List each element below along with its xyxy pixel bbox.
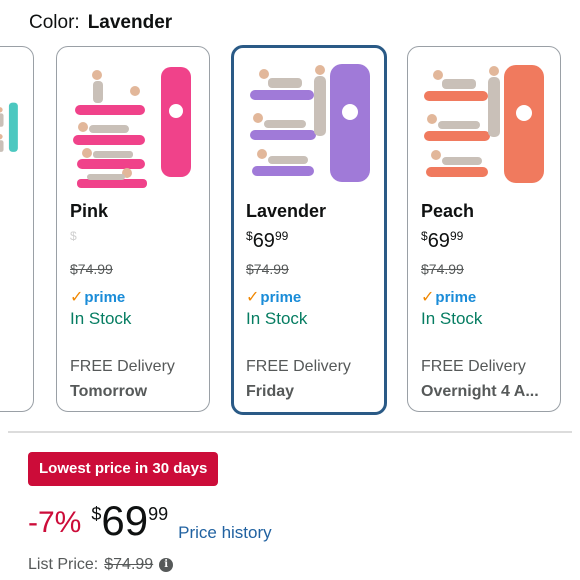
- variant-name: Peach: [421, 201, 475, 221]
- color-selector-label: Color: Lavender: [29, 12, 172, 34]
- product-image: [250, 64, 370, 182]
- deal-badge: Lowest price in 30 days: [28, 452, 219, 486]
- variant-stock-status: In Stock: [421, 309, 483, 328]
- variant-stock-status: In Stock: [246, 309, 308, 328]
- prime-badge: ✓ prime: [246, 287, 376, 307]
- list-price-label: List Price:: [28, 556, 99, 573]
- color-label: Color:: [29, 12, 80, 33]
- prime-check-icon: ✓: [70, 289, 84, 306]
- variant-name: Lavender: [246, 201, 327, 221]
- price-block: -7% $ 69 99 Price history: [28, 498, 272, 548]
- variant-delivery-label: FREE Delivery: [421, 358, 526, 375]
- price-whole: 69: [101, 497, 149, 544]
- variant-delivery-label: FREE Delivery: [70, 358, 175, 375]
- product-image: [424, 65, 544, 183]
- price-cents: 99: [274, 229, 289, 243]
- current-price: $ 69 99: [91, 498, 168, 544]
- prime-label: prime: [260, 288, 302, 306]
- variant-card-pink[interactable]: Pink $ $74.99 ✓ prime In Stock FREE Deliv…: [56, 46, 210, 412]
- variant-card-teal-partial[interactable]: .: [0, 46, 34, 412]
- info-icon[interactable]: i: [159, 558, 174, 572]
- section-divider: [8, 431, 572, 433]
- variant-price: $6999: [421, 229, 552, 255]
- prime-check-icon: ✓: [421, 289, 435, 306]
- prime-check-icon: ✓: [246, 289, 260, 306]
- variant-stock-status: In Stock: [70, 309, 132, 328]
- price-currency: $: [246, 229, 253, 243]
- variant-price: $: [70, 229, 201, 255]
- product-image: [73, 67, 191, 188]
- prime-badge: ✓ prime: [421, 287, 552, 307]
- price-currency: $: [91, 504, 102, 524]
- price-whole: 69: [427, 230, 450, 252]
- price-symbol: $: [70, 229, 77, 243]
- price-cents: 99: [148, 504, 169, 524]
- list-price-value: $74.99: [104, 556, 154, 573]
- price-currency: $: [421, 229, 428, 243]
- variant-name: Pink: [70, 201, 109, 221]
- variant-delivery-day: Friday: [246, 383, 295, 400]
- variant-delivery-day: Tomorrow: [70, 383, 148, 400]
- variant-list-price: $74.99: [421, 261, 464, 277]
- prime-badge: ✓ prime: [70, 287, 201, 307]
- product-image: [0, 102, 18, 152]
- variant-delivery-day: Overnight 4 A...: [421, 383, 539, 400]
- variant-delivery-label: FREE Delivery: [246, 358, 351, 375]
- variant-list-price: $74.99: [246, 261, 289, 277]
- price-whole: 69: [252, 230, 275, 252]
- selected-color-value: Lavender: [87, 12, 173, 33]
- discount-percent: -7%: [28, 506, 82, 539]
- price-history-link[interactable]: Price history: [178, 523, 272, 543]
- variant-price: $6999: [246, 229, 376, 255]
- variant-card-lavender[interactable]: Lavender $6999 $74.99 ✓ prime In Stock FR…: [231, 45, 387, 415]
- variant-card-peach[interactable]: Peach $6999 $74.99 ✓ prime In Stock FREE …: [407, 46, 561, 412]
- price-cents: 99: [449, 229, 464, 243]
- variant-list-price: $74.99: [70, 261, 113, 277]
- color-variant-carousel[interactable]: . Pink $: [0, 44, 580, 416]
- list-price-row: List Price: $74.99 i: [28, 556, 174, 574]
- prime-label: prime: [84, 288, 126, 306]
- prime-label: prime: [435, 288, 477, 306]
